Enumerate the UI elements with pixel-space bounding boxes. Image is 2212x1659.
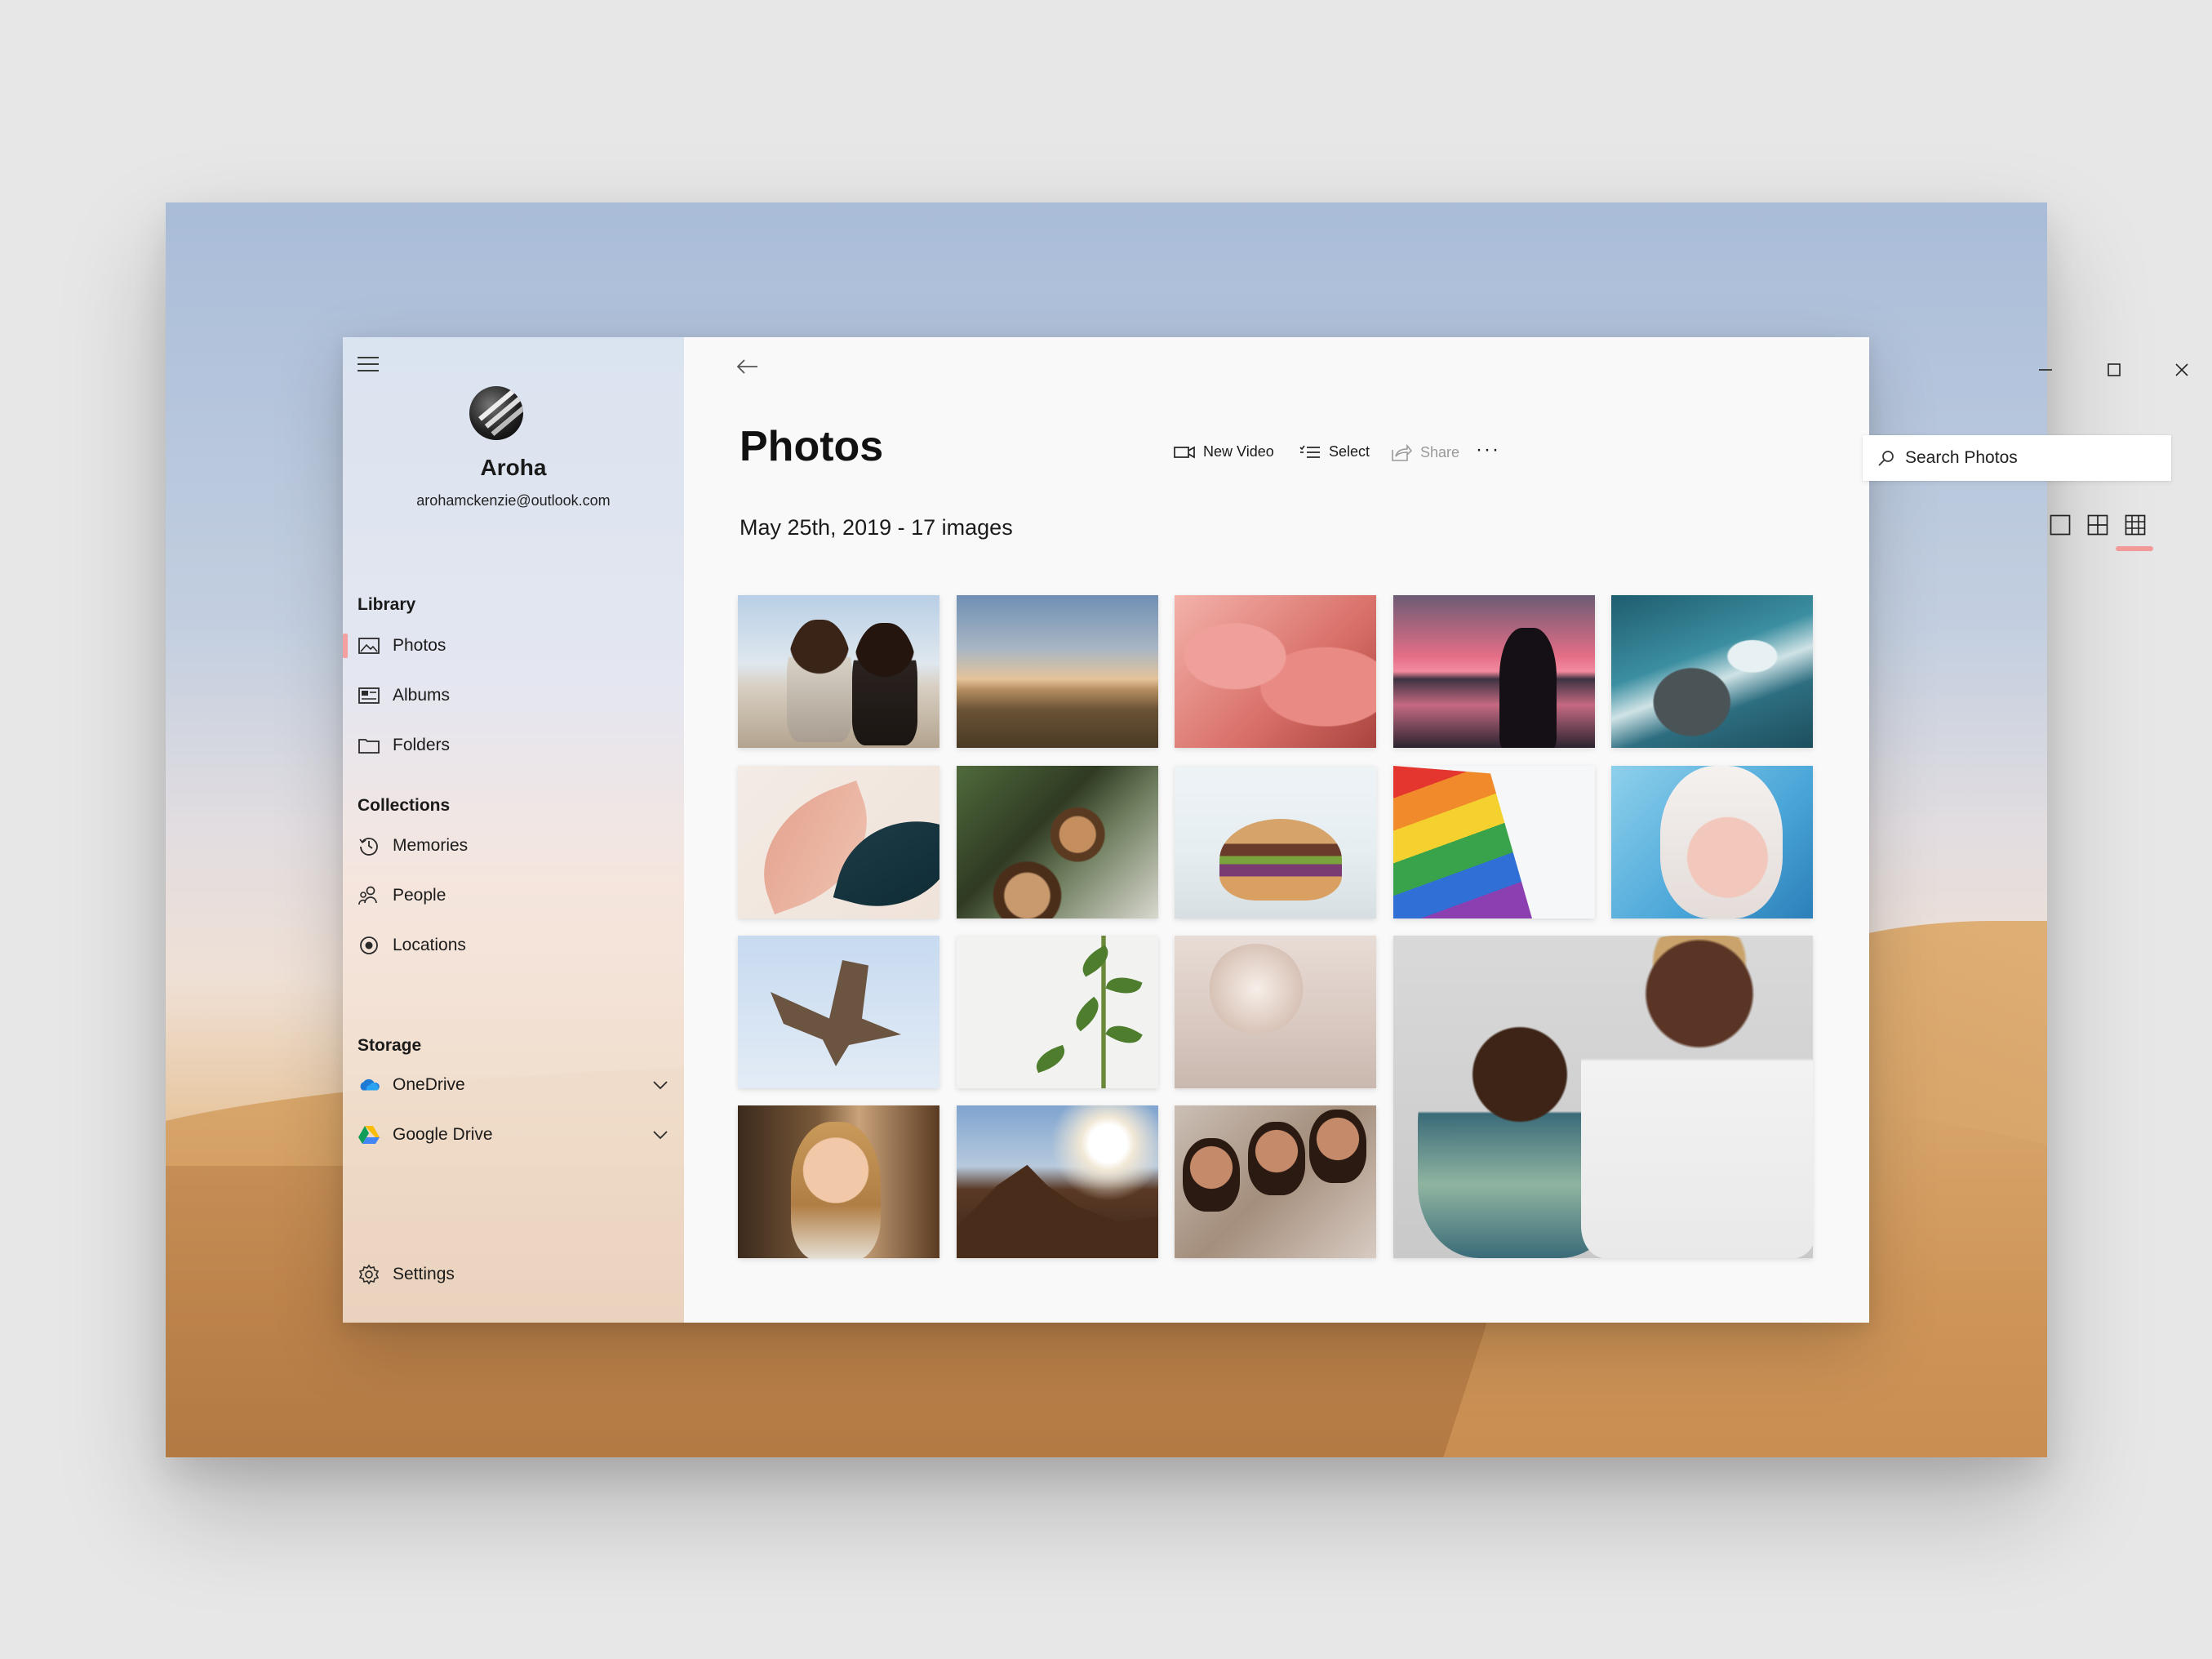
video-camera-icon xyxy=(1174,445,1195,460)
photo-thumbnail[interactable] xyxy=(738,1105,939,1258)
photo-thumbnail[interactable] xyxy=(1393,766,1595,918)
sidebar-item-label: Google Drive xyxy=(393,1125,493,1144)
more-options-button[interactable]: ··· xyxy=(1476,438,1500,461)
active-view-indicator xyxy=(2116,546,2153,551)
gear-icon xyxy=(358,1263,380,1286)
photo-thumbnail[interactable] xyxy=(1175,595,1376,748)
sidebar-item-label: Settings xyxy=(393,1265,455,1283)
photo-thumbnail-large[interactable] xyxy=(1393,936,1813,1258)
maximize-icon[interactable] xyxy=(2099,355,2129,385)
date-heading: May 25th, 2019 - 17 images xyxy=(740,515,1013,540)
select-button[interactable]: Select xyxy=(1299,443,1370,460)
photo-thumbnail[interactable] xyxy=(738,595,939,748)
page-title: Photos xyxy=(740,423,884,470)
photo-thumbnail[interactable] xyxy=(1393,595,1595,748)
back-arrow-icon[interactable] xyxy=(733,352,762,381)
hamburger-menu-icon[interactable] xyxy=(358,357,379,371)
medium-grid-icon[interactable] xyxy=(2085,512,2111,538)
single-view-icon[interactable] xyxy=(2047,512,2073,538)
library-heading: Library xyxy=(358,595,416,614)
user-name: Aroha xyxy=(480,455,547,480)
sidebar-item-locations[interactable]: Locations xyxy=(343,925,684,966)
photos-app-window: Aroha arohamckenzie@outlook.com Library … xyxy=(343,337,2188,1323)
chevron-down-icon[interactable] xyxy=(651,1076,669,1094)
share-button[interactable]: Share xyxy=(1391,443,1459,461)
photo-thumbnail[interactable] xyxy=(1175,1105,1376,1258)
sidebar: Aroha arohamckenzie@outlook.com Library … xyxy=(343,337,684,1323)
photo-thumbnail[interactable] xyxy=(957,595,1158,748)
search-input[interactable] xyxy=(1905,448,2150,468)
sidebar-item-label: People xyxy=(393,886,446,905)
location-icon xyxy=(358,934,380,957)
sidebar-item-label: Photos xyxy=(393,636,446,655)
onedrive-icon xyxy=(358,1074,380,1096)
search-icon xyxy=(1877,449,1895,467)
sidebar-item-people[interactable]: People xyxy=(343,875,684,916)
avatar[interactable] xyxy=(469,386,523,440)
photo-thumbnail[interactable] xyxy=(957,1105,1158,1258)
sidebar-item-albums[interactable]: Albums xyxy=(343,675,684,716)
multiselect-icon xyxy=(1299,444,1321,460)
sidebar-item-google-drive[interactable]: Google Drive xyxy=(343,1114,684,1155)
close-icon[interactable] xyxy=(2167,355,2196,385)
photo-thumbnail[interactable] xyxy=(1611,766,1813,918)
photo-icon xyxy=(358,634,380,657)
collections-heading: Collections xyxy=(358,796,451,815)
main-content: Photos New Video Select Share ··· Search… xyxy=(684,337,2188,1323)
photo-thumbnail[interactable] xyxy=(957,936,1158,1088)
photo-thumbnail[interactable] xyxy=(957,766,1158,918)
select-label: Select xyxy=(1329,443,1370,460)
sidebar-item-label: Locations xyxy=(393,936,466,954)
sidebar-item-memories[interactable]: Memories xyxy=(343,825,684,866)
sidebar-item-label: Memories xyxy=(393,836,469,855)
storage-heading: Storage xyxy=(358,1036,422,1055)
folder-icon xyxy=(358,734,380,757)
search-box[interactable] xyxy=(1863,435,2171,481)
new-video-label: New Video xyxy=(1203,443,1274,460)
sidebar-item-label: Folders xyxy=(393,736,451,754)
google-drive-icon xyxy=(358,1123,380,1146)
photo-thumbnail[interactable] xyxy=(1175,766,1376,918)
history-icon xyxy=(358,834,380,857)
chevron-down-icon[interactable] xyxy=(651,1126,669,1144)
sidebar-item-label: Albums xyxy=(393,686,451,705)
sidebar-item-photos[interactable]: Photos xyxy=(343,625,684,666)
people-icon xyxy=(358,884,380,907)
photo-thumbnail[interactable] xyxy=(1175,936,1376,1088)
sidebar-item-label: OneDrive xyxy=(393,1075,465,1094)
share-icon xyxy=(1391,443,1412,461)
sidebar-item-folders[interactable]: Folders xyxy=(343,725,684,766)
albums-icon xyxy=(358,684,380,707)
new-video-button[interactable]: New Video xyxy=(1174,443,1274,460)
small-grid-icon[interactable] xyxy=(2122,512,2148,538)
minimize-icon[interactable] xyxy=(2031,355,2060,385)
photo-thumbnail[interactable] xyxy=(738,766,939,918)
user-email: arohamckenzie@outlook.com xyxy=(416,492,611,509)
share-label: Share xyxy=(1420,443,1460,460)
photo-thumbnail[interactable] xyxy=(1611,595,1813,748)
sidebar-item-settings[interactable]: Settings xyxy=(343,1254,684,1295)
photo-thumbnail[interactable] xyxy=(738,936,939,1088)
sidebar-item-onedrive[interactable]: OneDrive xyxy=(343,1065,684,1105)
